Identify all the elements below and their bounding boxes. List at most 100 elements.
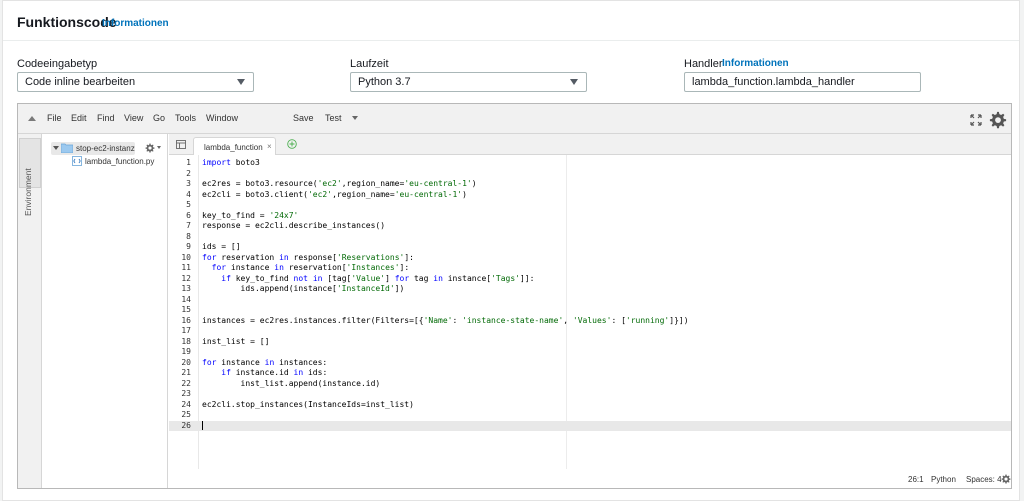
code-text: inst_list.append(instance.id) — [202, 378, 381, 388]
code-entry-type-value: Code inline bearbeiten — [25, 76, 136, 88]
tree-folder-name[interactable]: stop-ec2-instanz — [76, 144, 135, 153]
code-line[interactable]: 9 ids = [] — [169, 242, 1011, 253]
code-text: inst_list = [] — [202, 336, 270, 346]
tab-lambda-function[interactable]: lambda_function × — [193, 137, 276, 155]
test-dropdown-icon[interactable] — [352, 116, 358, 120]
line-number: 3 — [186, 179, 191, 188]
line-number: 12 — [181, 273, 191, 283]
editor-tabbar: lambda_function × — [169, 134, 1011, 155]
code-line[interactable]: 26 — [169, 420, 1011, 432]
handler-info-link[interactable]: Informationen — [722, 58, 789, 69]
line-number: 5 — [186, 200, 191, 209]
tree-settings-arrow-icon[interactable] — [157, 146, 161, 149]
code-line[interactable]: 24 ec2cli.stop_instances(InstanceIds=inst… — [169, 399, 1011, 411]
code-text: ids = [] — [202, 242, 241, 251]
tree-settings-gear-icon[interactable] — [145, 143, 155, 153]
code-line[interactable]: 23 — [169, 389, 1011, 400]
ide-menubar: File Edit Find View Go Tools Window Save… — [18, 104, 1011, 134]
line-number: 14 — [181, 294, 191, 304]
code-text: if key_to_find not in [tag['Value'] for … — [221, 273, 535, 283]
code-text — [202, 420, 203, 432]
code-line[interactable]: 4 ec2cli = boto3.client('ec2',region_name… — [169, 190, 1011, 201]
code-line[interactable]: 5 — [169, 200, 1011, 211]
editor-statusbar: 26:1 Python Spaces: 4 — [169, 469, 1011, 488]
code-line[interactable]: 20 for instance in instances: — [169, 357, 1011, 369]
code-line[interactable]: 16 instances = ec2res.instances.filter(Fi… — [169, 316, 1011, 327]
line-number: 6 — [186, 210, 191, 220]
cursor-position: 26:1 — [908, 475, 924, 484]
menu-file[interactable]: File — [47, 113, 62, 123]
code-line[interactable]: 18 inst_list = [] — [169, 336, 1011, 348]
code-line[interactable]: 6 key_to_find = '24x7' — [169, 210, 1011, 222]
code-line[interactable]: 8 — [169, 232, 1011, 243]
expand-icon[interactable] — [969, 113, 983, 127]
dropdown-arrow-icon — [570, 79, 578, 85]
code-line[interactable]: 19 — [169, 347, 1011, 358]
info-link[interactable]: Informationen — [102, 18, 169, 29]
code-line[interactable]: 12 if key_to_find not in [tag['Value'] f… — [169, 273, 1011, 285]
code-text: ec2cli.stop_instances(InstanceIds=inst_l… — [202, 399, 414, 409]
line-number: 10 — [181, 252, 191, 262]
save-button[interactable]: Save — [293, 113, 314, 123]
code-line[interactable]: 13 ids.append(instance['InstanceId']) — [169, 284, 1011, 295]
folder-menu-dot: · — [129, 144, 132, 151]
panel-toggle-icon[interactable] — [176, 140, 186, 149]
line-number: 18 — [181, 336, 191, 346]
collapse-menu-icon[interactable] — [28, 116, 36, 121]
code-line[interactable]: 15 — [169, 305, 1011, 316]
code-text: response = ec2cli.describe_instances() — [202, 221, 386, 230]
code-text: for instance in instances: — [202, 357, 328, 367]
code-text: ids.append(instance['InstanceId']) — [202, 284, 405, 293]
runtime-select[interactable]: Python 3.7 — [350, 72, 587, 92]
line-number: 21 — [181, 368, 191, 377]
line-number: 15 — [181, 305, 191, 314]
line-number: 17 — [181, 326, 191, 335]
panel-header: Funktionscode Informationen — [3, 1, 1019, 41]
line-number: 24 — [181, 399, 191, 409]
tree-file-name[interactable]: lambda_function.py — [85, 157, 154, 166]
line-number: 19 — [181, 347, 191, 356]
folder-expand-icon[interactable] — [53, 146, 59, 150]
test-button[interactable]: Test — [325, 113, 342, 123]
line-number: 11 — [181, 263, 191, 272]
menu-go[interactable]: Go — [153, 113, 165, 123]
line-number: 7 — [186, 221, 191, 230]
code-text: import boto3 — [202, 158, 260, 167]
menu-view[interactable]: View — [124, 113, 143, 123]
menu-edit[interactable]: Edit — [71, 113, 87, 123]
tab-label: lambda_function — [204, 143, 263, 152]
line-number: 2 — [186, 168, 191, 178]
code-line[interactable]: 22 inst_list.append(instance.id) — [169, 378, 1011, 390]
code-line[interactable]: 7 response = ec2cli.describe_instances() — [169, 221, 1011, 232]
close-tab-icon[interactable]: × — [267, 142, 272, 151]
code-line[interactable]: 3 ec2res = boto3.resource('ec2',region_na… — [169, 179, 1011, 190]
code-line[interactable]: 21 if instance.id in ids: — [169, 368, 1011, 379]
menu-tools[interactable]: Tools — [175, 113, 196, 123]
menu-find[interactable]: Find — [97, 113, 115, 123]
code-line[interactable]: 14 — [169, 294, 1011, 306]
add-tab-icon[interactable] — [287, 139, 297, 149]
handler-input[interactable] — [684, 72, 921, 92]
line-number: 23 — [181, 389, 191, 398]
handler-label: Handler — [684, 58, 723, 70]
menu-window[interactable]: Window — [206, 113, 238, 123]
status-settings-gear-icon[interactable] — [1001, 474, 1011, 484]
code-text: for reservation in response['Reservation… — [202, 252, 414, 262]
settings-gear-icon[interactable] — [989, 111, 1007, 129]
indentation-setting[interactable]: Spaces: 4 — [966, 475, 1002, 484]
code-line[interactable]: 1 import boto3 — [169, 158, 1011, 169]
file-tree: stop-ec2-instanz · lambda_function.py — [43, 134, 168, 488]
code-editor[interactable]: 1 import boto3 2 3 ec2res = boto3.resource('… — [169, 155, 1011, 469]
code-line[interactable]: 11 for instance in reservation['Instance… — [169, 263, 1011, 274]
code-entry-type-select[interactable]: Code inline bearbeiten — [17, 72, 254, 92]
language-mode[interactable]: Python — [931, 475, 956, 484]
code-line[interactable]: 25 — [169, 410, 1011, 421]
code-line[interactable]: 17 — [169, 326, 1011, 337]
environment-label[interactable]: Environment — [23, 168, 33, 216]
dropdown-arrow-icon — [237, 79, 245, 85]
line-number: 26 — [181, 420, 191, 430]
code-line[interactable]: 2 — [169, 168, 1011, 180]
code-line[interactable]: 10 for reservation in response['Reservati… — [169, 252, 1011, 264]
line-number: 13 — [181, 284, 191, 293]
python-file-icon — [72, 156, 82, 166]
